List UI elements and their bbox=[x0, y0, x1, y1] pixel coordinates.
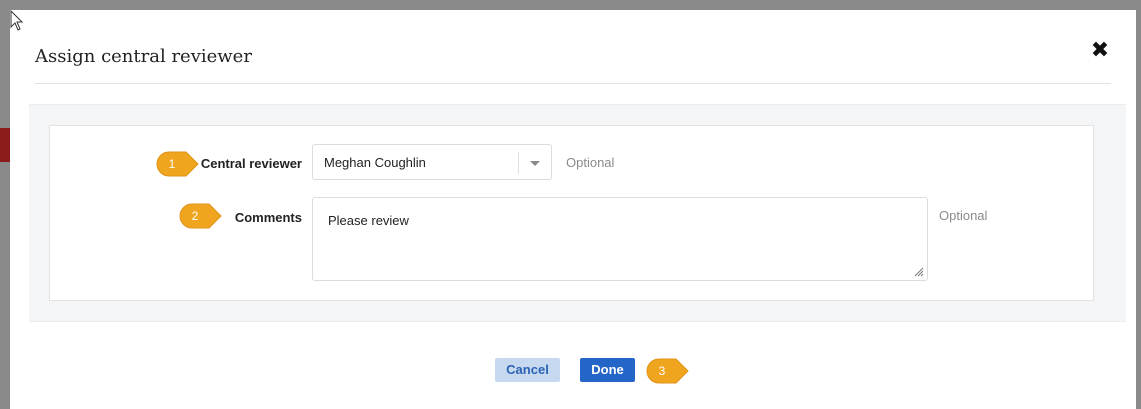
cancel-button[interactable]: Cancel bbox=[495, 358, 560, 382]
callout-number: 3 bbox=[658, 364, 666, 378]
callout-2: 2 bbox=[179, 203, 223, 229]
central-reviewer-select[interactable]: Meghan Coughlin bbox=[312, 144, 552, 180]
done-button[interactable]: Done bbox=[580, 358, 635, 382]
close-icon[interactable]: ✖ bbox=[1089, 40, 1111, 62]
callout-number: 2 bbox=[191, 209, 199, 223]
comments-value: Please review bbox=[328, 213, 409, 228]
central-reviewer-optional-hint: Optional bbox=[566, 155, 615, 170]
callout-1: 1 bbox=[156, 151, 200, 177]
central-reviewer-value: Meghan Coughlin bbox=[324, 155, 426, 170]
select-divider bbox=[518, 152, 519, 174]
mouse-pointer-icon bbox=[10, 10, 24, 31]
callout-number: 1 bbox=[168, 157, 176, 171]
dialog-header: Assign central reviewer ✖ bbox=[35, 10, 1111, 84]
dialog-title: Assign central reviewer bbox=[35, 46, 252, 67]
callout-3: 3 bbox=[646, 358, 690, 384]
background-accent-strip bbox=[0, 128, 10, 162]
comments-textarea[interactable]: Please review bbox=[312, 197, 928, 281]
comments-optional-hint: Optional bbox=[939, 208, 988, 223]
resize-handle-icon[interactable] bbox=[914, 267, 924, 277]
chevron-down-icon[interactable] bbox=[530, 161, 540, 166]
